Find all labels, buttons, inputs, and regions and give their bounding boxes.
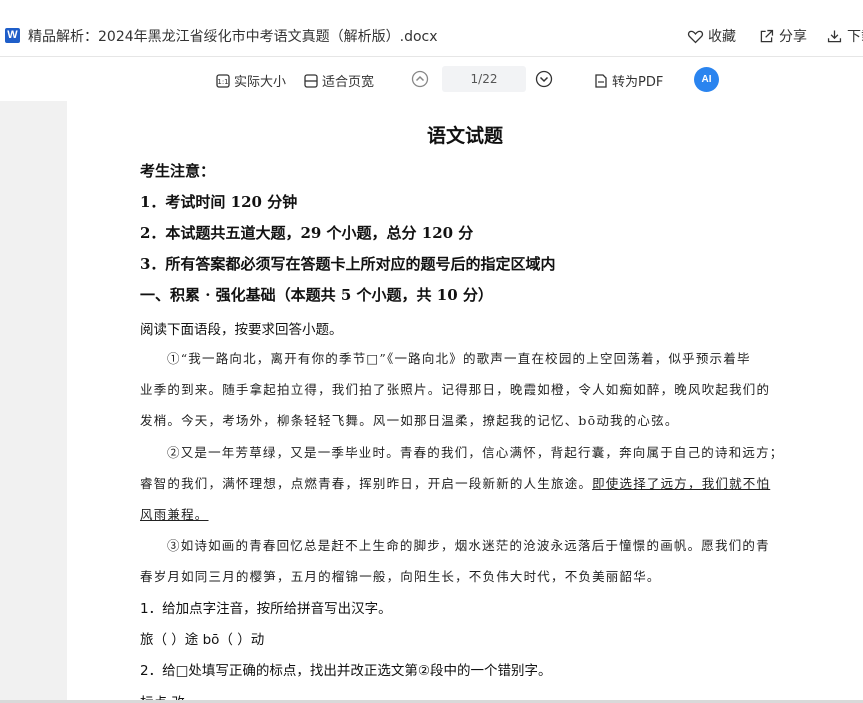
fit-width-button[interactable]: 适合页宽	[304, 71, 374, 90]
passage-line: 睿智的我们，满怀理想，点燃青春，挥别昨日，开启一段新新的人生旅途。即使选择了远方…	[140, 473, 770, 492]
share-button[interactable]: 分享	[758, 26, 807, 46]
section-heading: 一、积累 · 强化基础（本题共 5 个小题，共 10 分）	[140, 286, 493, 304]
download-button[interactable]: 下载	[826, 26, 863, 46]
underlined-sentence: 即使选择了远方，我们就不怕	[592, 476, 771, 491]
ai-assistant-button[interactable]: AI	[694, 67, 719, 92]
document-title: 精品解析：2024年黑龙江省绥化市中考语文真题（解析版）.docx	[28, 29, 438, 45]
download-label: 下载	[847, 29, 863, 45]
passage-segment: 睿智的我们，满怀理想，点燃青春，挥别昨日，开启一段新新的人生旅途。	[140, 476, 593, 491]
download-icon	[827, 30, 842, 42]
passage-line: ①“我一路向北，离开有你的季节□”《一路向北》的歌声一直在校园的上空回荡着，似乎…	[167, 351, 751, 366]
favorite-label: 收藏	[708, 29, 736, 45]
share-icon	[760, 29, 774, 42]
pdf-convert-icon	[595, 73, 607, 88]
question-2: 2．给□处填写正确的标点，找出并改正选文第②段中的一个错别字。	[140, 663, 552, 679]
share-label: 分享	[779, 29, 807, 45]
question-1-blanks: 旅（ ）途 bō（ ）动	[140, 632, 265, 648]
document-page: 语文试题 考生注意： 1．考试时间 120 分钟 2．本试题共五道大题，29 个…	[67, 101, 863, 703]
convert-pdf-label: 转为PDF	[612, 75, 664, 90]
passage-line: ②又是一年芳草绿，又是一季毕业时。青春的我们，信心满怀，背起行囊，奔向属于自己的…	[167, 445, 784, 460]
passage-line: ③如诗如画的青春回忆总是赶不上生命的脚步，烟水迷茫的沧波永远落后于憧憬的画帆。愿…	[167, 538, 770, 553]
underlined-sentence-end: 风雨兼程。	[140, 507, 209, 522]
previous-page-icon[interactable]	[411, 70, 429, 88]
next-page-icon[interactable]	[535, 70, 553, 88]
convert-pdf-button[interactable]: 转为PDF	[594, 71, 663, 90]
passage-line: 春岁月如同三月的樱笋，五月的榴锦一般，向阳生长，不负伟大时代，不负美丽韶华。	[140, 569, 661, 584]
fit-width-label: 适合页宽	[322, 75, 375, 90]
notice-item: 2．本试题共五道大题，29 个小题，总分 120 分	[140, 224, 474, 242]
instruction-text: 阅读下面语段，按要求回答小题。	[140, 322, 343, 338]
notice-item: 1．考试时间 120 分钟	[140, 193, 298, 211]
paper-title: 语文试题	[426, 125, 503, 147]
heart-icon	[687, 30, 704, 43]
word-file-icon: W	[5, 28, 20, 43]
fit-width-icon	[304, 73, 318, 88]
actual-size-label: 实际大小	[234, 75, 287, 90]
title-bar: W 精品解析：2024年黑龙江省绥化市中考语文真题（解析版）.docx 收藏 分…	[0, 0, 863, 56]
passage-line: 业季的到来。随手拿起拍立得，我们拍了张照片。记得那日，晚霞如橙，令人如痴如醉，晚…	[140, 382, 771, 397]
question-1: 1．给加点字注音，按所给拼音写出汉字。	[140, 601, 392, 617]
view-toolbar: 1:1 实际大小 适合页宽 1/22 转为PDF AI	[0, 56, 863, 103]
actual-size-button[interactable]: 1:1 实际大小	[216, 71, 286, 90]
actual-size-icon: 1:1	[216, 73, 230, 88]
left-gutter	[0, 101, 67, 703]
favorite-button[interactable]: 收藏	[687, 26, 736, 46]
notice-item: 3．所有答案都必须写在答题卡上所对应的题号后的指定区域内	[140, 255, 556, 273]
page-indicator[interactable]: 1/22	[442, 66, 526, 92]
svg-text:1:1: 1:1	[217, 78, 228, 86]
notice-heading: 考生注意：	[140, 162, 216, 180]
passage-line: 发梢。今天，考场外，柳条轻轻飞舞。风一如那日温柔，撩起我的记忆、bō动我的心弦。	[140, 413, 679, 428]
